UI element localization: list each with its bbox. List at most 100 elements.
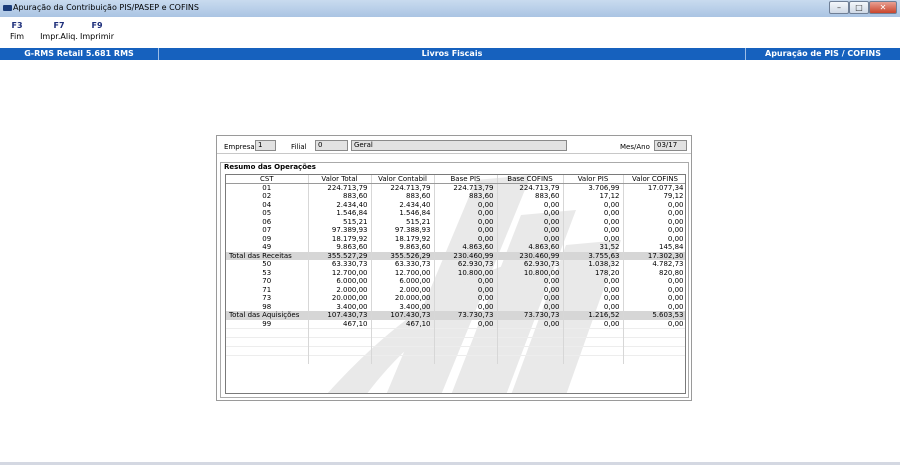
table-cell: 0,00	[434, 234, 498, 243]
table-row[interactable]: 02 883,60 883,60 883,60 883,60 17,12 79,12	[226, 192, 685, 201]
table-cell: 6.000,00	[308, 277, 372, 286]
table-cell: 63.330,73	[308, 260, 372, 269]
table-cell	[563, 345, 624, 355]
fkey-key: F7	[53, 21, 65, 30]
table-cell: 4.863,60	[434, 243, 498, 252]
filial-field[interactable]: 0	[315, 140, 348, 151]
table-row[interactable]: 71 2.000,00 2.000,00 0,00 0,00 0,00 0,00	[226, 285, 685, 294]
table-cell: 99	[226, 319, 309, 328]
function-key-toolbar: F3 Fim F7 Impr.Aliq. F9 Imprimir	[0, 18, 900, 46]
resumo-title: Resumo das Operações	[223, 163, 317, 171]
table-cell: 9.863,60	[371, 243, 435, 252]
table-cell	[563, 327, 624, 337]
table-row[interactable]: 50 63.330,73 63.330,73 62.930,73 62.930,73 1.…	[226, 260, 685, 269]
column-header[interactable]: Base COFINS	[497, 175, 564, 184]
table-cell: 3.400,00	[371, 302, 435, 311]
minimize-button[interactable]: –	[829, 1, 849, 14]
table-cell: 230.460,99	[434, 251, 498, 260]
table-cell	[563, 354, 624, 364]
table-cell	[434, 327, 498, 337]
table-cell: 467,10	[308, 319, 372, 328]
table-cell: 0,00	[563, 294, 624, 303]
table-cell: 0,00	[623, 200, 685, 209]
column-header[interactable]: Valor PIS	[563, 175, 624, 184]
table-cell	[308, 345, 372, 355]
table-cell: 06	[226, 217, 309, 226]
table-cell: 0,00	[563, 217, 624, 226]
table-row[interactable]: 07 97.389,93 97.388,93 0,00 0,00 0,00 0,00	[226, 226, 685, 235]
table-cell: 0,00	[497, 294, 564, 303]
table-cell: 12.700,00	[308, 268, 372, 277]
table-cell: 0,00	[623, 285, 685, 294]
table-cell	[623, 336, 685, 346]
table-cell: 50	[226, 260, 309, 269]
table-cell: 09	[226, 234, 309, 243]
empresa-field[interactable]: 1	[255, 140, 276, 151]
table-row[interactable]: 04 2.434,40 2.434,40 0,00 0,00 0,00 0,00	[226, 200, 685, 209]
table-cell	[497, 354, 564, 364]
table-cell: 73.730,73	[434, 311, 498, 320]
table-cell	[497, 345, 564, 355]
mes-ano-field[interactable]: 03/17	[654, 140, 687, 151]
table-cell: 0,00	[563, 234, 624, 243]
table-row[interactable]: 49 9.863,60 9.863,60 4.863,60 4.863,60 31,52 1…	[226, 243, 685, 252]
table-cell: 145,84	[623, 243, 685, 252]
table-row[interactable]: 01 224.713,79 224.713,79 224.713,79 224.713,…	[226, 183, 685, 192]
table-cell: 0,00	[563, 226, 624, 235]
table-row[interactable]: 98 3.400,00 3.400,00 0,00 0,00 0,00 0,00	[226, 302, 685, 311]
table-row[interactable]: 73 20.000,00 20.000,00 0,00 0,00 0,00 0,00	[226, 294, 685, 303]
table-cell: 63.330,73	[371, 260, 435, 269]
column-header[interactable]: Valor Total	[308, 175, 372, 184]
fkey-impr-aliq-button[interactable]: F7 Impr.Aliq.	[38, 21, 80, 42]
table-cell: 0,00	[623, 209, 685, 218]
total-row[interactable]: Total das Receitas 355.527,29 355.526,29 23…	[226, 251, 685, 260]
table-cell: 0,00	[497, 226, 564, 235]
column-header[interactable]: CST	[226, 175, 309, 184]
total-row[interactable]: Total das Aquisições 107.430,73 107.430,73…	[226, 311, 685, 320]
close-button[interactable]: ✕	[869, 1, 897, 14]
maximize-button[interactable]: □	[849, 1, 869, 14]
resumo-grid[interactable]: CST Valor Total Valor Contabil Base PIS Base…	[225, 174, 686, 394]
table-cell: 0,00	[434, 319, 498, 328]
table-cell: 0,00	[563, 209, 624, 218]
table-row[interactable]: 06 515,21 515,21 0,00 0,00 0,00 0,00	[226, 217, 685, 226]
table-cell: 224.713,79	[434, 183, 498, 192]
table-cell: 355.526,29	[371, 251, 435, 260]
table-row[interactable]: 09 18.179,92 18.179,92 0,00 0,00 0,00 0,00	[226, 234, 685, 243]
module-name: Livros Fiscais	[421, 49, 483, 58]
system-name: G-RMS Retail 5.681 RMS	[24, 49, 134, 58]
table-cell	[371, 336, 435, 346]
column-header[interactable]: Valor Contabil	[371, 175, 435, 184]
fkey-imprimir-button[interactable]: F9 Imprimir	[80, 21, 114, 42]
table-cell	[226, 327, 309, 337]
table-cell: 820,80	[623, 268, 685, 277]
column-header[interactable]: Base PIS	[434, 175, 498, 184]
table-cell: 224.713,79	[497, 183, 564, 192]
table-cell: 0,00	[623, 217, 685, 226]
table-row[interactable]: 70 6.000,00 6.000,00 0,00 0,00 0,00 0,00	[226, 277, 685, 286]
table-cell: 0,00	[497, 319, 564, 328]
table-row[interactable]: 05 1.546,84 1.546,84 0,00 0,00 0,00 0,00	[226, 209, 685, 218]
table-cell: 02	[226, 192, 309, 201]
filial-label: Filial	[291, 143, 307, 151]
fkey-key: F9	[91, 21, 103, 30]
table-cell: 4.782,73	[623, 260, 685, 269]
table-cell: 0,00	[623, 226, 685, 235]
table-cell	[623, 354, 685, 364]
table-cell: 107.430,73	[371, 311, 435, 320]
column-header[interactable]: Valor COFINS	[623, 175, 685, 184]
table-cell	[434, 345, 498, 355]
empty-row	[226, 336, 685, 346]
table-cell: 0,00	[623, 234, 685, 243]
table-cell: 467,10	[371, 319, 435, 328]
screen-name: Apuração de PIS / COFINS	[765, 49, 881, 58]
table-cell: 31,52	[563, 243, 624, 252]
table-cell: 1.546,84	[308, 209, 372, 218]
table-row[interactable]: 53 12.700,00 12.700,00 10.800,00 10.800,00 17…	[226, 268, 685, 277]
table-cell: 71	[226, 285, 309, 294]
table-cell: 0,00	[497, 209, 564, 218]
fkey-fim-button[interactable]: F3 Fim	[2, 21, 32, 42]
table-cell: 0,00	[563, 200, 624, 209]
table-row[interactable]: 99 467,10 467,10 0,00 0,00 0,00 0,00	[226, 319, 685, 328]
table-cell: 0,00	[434, 200, 498, 209]
